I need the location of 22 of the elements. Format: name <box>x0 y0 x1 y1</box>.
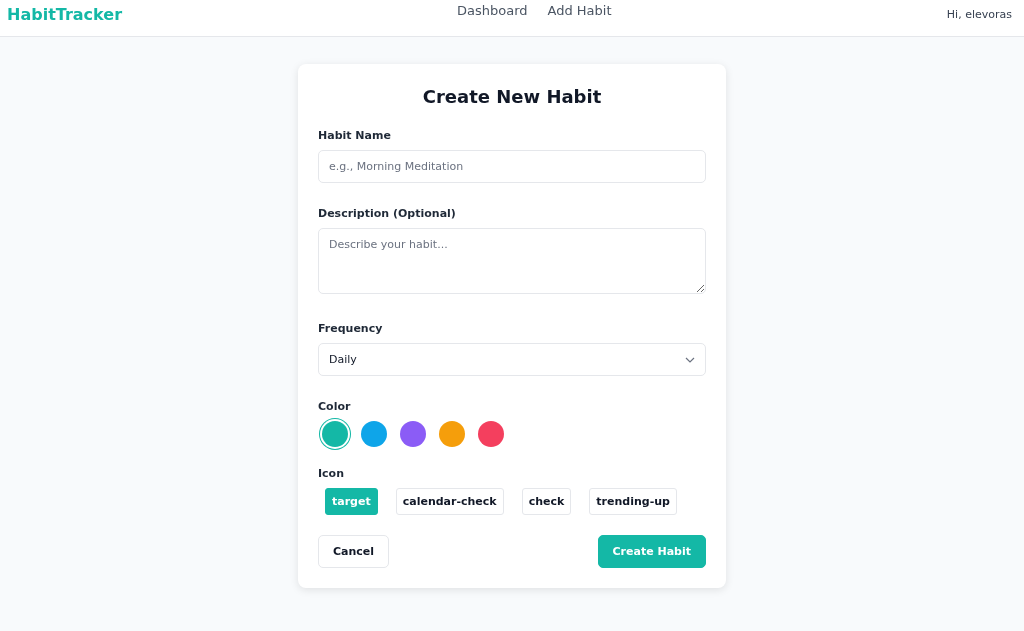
color-swatch[interactable] <box>400 421 426 447</box>
field-label: Color <box>318 400 352 413</box>
icon-option[interactable]: calendar-check <box>395 488 504 515</box>
icon-option[interactable]: trending-up <box>589 488 677 515</box>
user-greeting: Hi, elevoras <box>946 7 1012 21</box>
habit-name-field[interactable]: e.g., Morning Meditation <box>318 150 706 183</box>
nav-link[interactable]: Add Habit <box>547 2 612 18</box>
color-swatch[interactable] <box>361 421 387 447</box>
frequency-dropdown[interactable]: Daily <box>318 343 706 376</box>
icon-option[interactable]: check <box>521 488 572 515</box>
color-swatch[interactable] <box>322 421 348 447</box>
field-label: Icon <box>318 467 345 480</box>
nav-link[interactable]: Dashboard <box>457 2 528 18</box>
field-label: Habit Name <box>318 129 392 142</box>
field-label: Description (Optional) <box>318 207 457 220</box>
description-field[interactable]: Describe your habit... <box>318 228 706 294</box>
color-swatch[interactable] <box>439 421 465 447</box>
form-title: Create New Habit <box>421 86 603 107</box>
field-label: Frequency <box>318 322 384 335</box>
cancel-button[interactable]: Cancel <box>318 535 390 568</box>
chevron-down-icon <box>685 356 695 363</box>
color-swatch[interactable] <box>478 421 504 447</box>
